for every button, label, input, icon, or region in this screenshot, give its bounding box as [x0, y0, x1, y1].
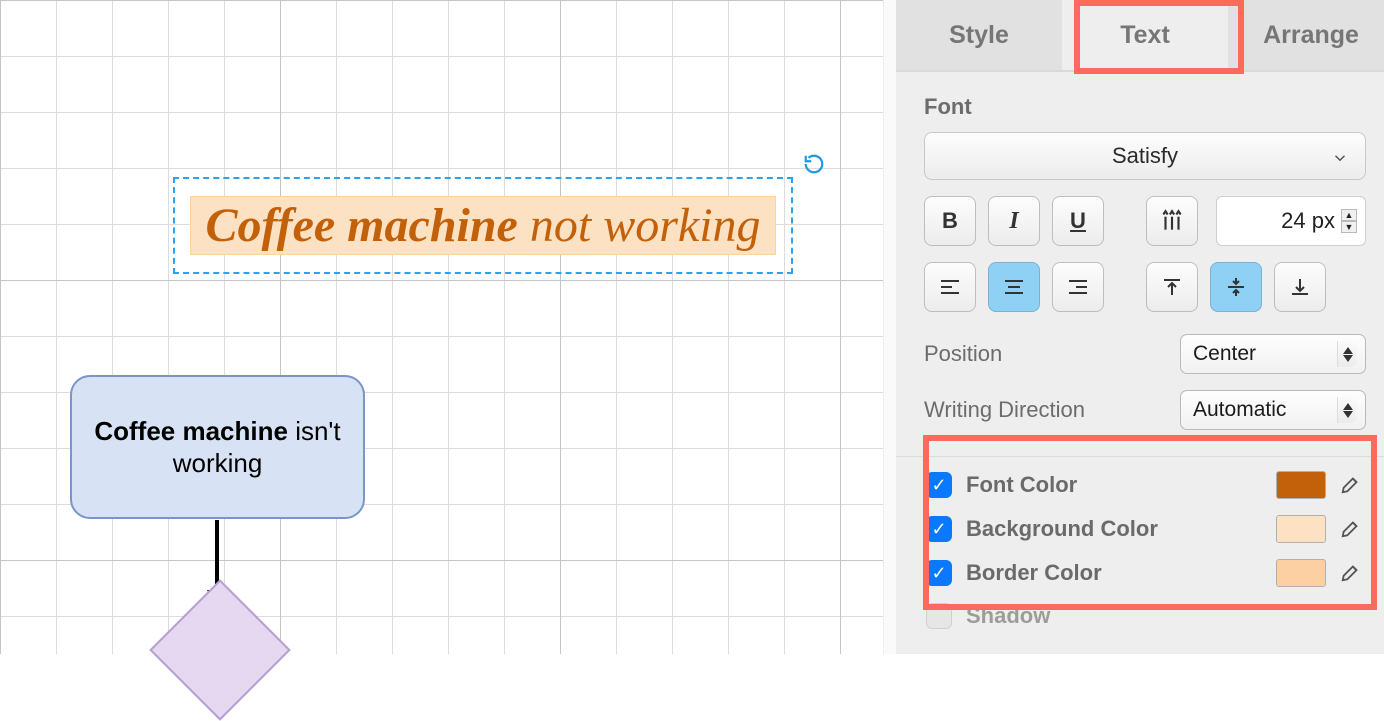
- title-text-rest: not working: [518, 199, 761, 252]
- position-label: Position: [924, 341, 1002, 367]
- border-color-checkbox[interactable]: ✓: [926, 560, 952, 586]
- font-section: Font Satisfy B I U 24 px ▲: [896, 72, 1384, 316]
- writing-direction-select[interactable]: Automatic: [1180, 390, 1366, 430]
- flow-node-bold: Coffee machine: [94, 416, 288, 446]
- tab-style[interactable]: Style: [896, 0, 1062, 70]
- font-size-stepper[interactable]: ▲ ▼: [1341, 209, 1357, 233]
- background-color-swatch[interactable]: [1276, 515, 1326, 543]
- canvas-scrollbar[interactable]: [883, 0, 896, 654]
- chevron-down-icon: [1331, 147, 1349, 173]
- position-value: Center: [1193, 342, 1256, 366]
- eyedropper-icon[interactable]: [1340, 561, 1364, 585]
- shadow-checkbox[interactable]: ✓: [926, 603, 952, 629]
- font-family-select[interactable]: Satisfy: [924, 132, 1366, 180]
- valign-bottom-button[interactable]: [1274, 262, 1326, 312]
- align-right-button[interactable]: [1052, 262, 1104, 312]
- flowchart-start-node[interactable]: Coffee machine isn't working: [70, 375, 365, 519]
- bold-button[interactable]: B: [924, 196, 976, 246]
- eyedropper-icon[interactable]: [1340, 473, 1364, 497]
- vertical-text-button[interactable]: [1146, 196, 1198, 246]
- panel-tabs: Style Text Arrange: [896, 0, 1384, 72]
- title-text-bold: Coffee machine: [205, 199, 517, 252]
- title-text[interactable]: Coffee machine not working: [190, 196, 775, 256]
- position-select[interactable]: Center: [1180, 334, 1366, 374]
- valign-middle-button[interactable]: [1210, 262, 1262, 312]
- tab-text[interactable]: Text: [1062, 0, 1228, 70]
- font-color-swatch[interactable]: [1276, 471, 1326, 499]
- italic-button[interactable]: I: [988, 196, 1040, 246]
- align-left-button[interactable]: [924, 262, 976, 312]
- stepper-up-icon[interactable]: ▲: [1341, 209, 1357, 221]
- flow-decision-node[interactable]: [149, 579, 290, 720]
- valign-top-button[interactable]: [1146, 262, 1198, 312]
- align-center-button[interactable]: [988, 262, 1040, 312]
- diagram-canvas[interactable]: Coffee machine not working Coffee machin…: [0, 0, 896, 654]
- font-section-label: Font: [924, 94, 1366, 120]
- shadow-label: Shadow: [966, 603, 1364, 629]
- eyedropper-icon[interactable]: [1340, 517, 1364, 541]
- font-color-checkbox[interactable]: ✓: [926, 472, 952, 498]
- updown-chevron-icon: [1337, 341, 1357, 367]
- format-panel: Style Text Arrange Font Satisfy B I U: [896, 0, 1384, 654]
- writing-direction-label: Writing Direction: [924, 397, 1085, 423]
- rotate-handle-icon[interactable]: [800, 150, 828, 178]
- font-size-value: 24 px: [1281, 208, 1335, 234]
- font-family-value: Satisfy: [1112, 143, 1178, 169]
- selected-text-element[interactable]: Coffee machine not working: [173, 177, 793, 274]
- background-color-label: Background Color: [966, 516, 1262, 542]
- divider: [896, 456, 1384, 457]
- tab-arrange[interactable]: Arrange: [1228, 0, 1384, 70]
- updown-chevron-icon: [1337, 397, 1357, 423]
- stepper-down-icon[interactable]: ▼: [1341, 221, 1357, 233]
- border-color-label: Border Color: [966, 560, 1262, 586]
- underline-button[interactable]: U: [1052, 196, 1104, 246]
- font-size-input[interactable]: 24 px ▲ ▼: [1216, 196, 1366, 246]
- font-color-label: Font Color: [966, 472, 1262, 498]
- writing-direction-value: Automatic: [1193, 398, 1286, 422]
- background-color-checkbox[interactable]: ✓: [926, 516, 952, 542]
- border-color-swatch[interactable]: [1276, 559, 1326, 587]
